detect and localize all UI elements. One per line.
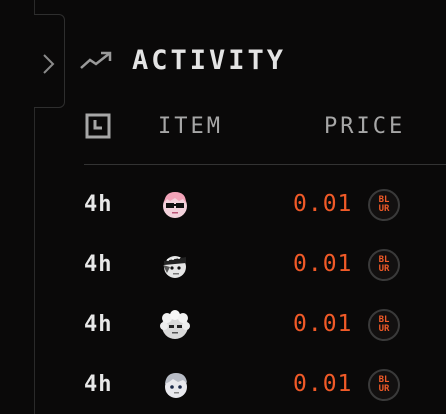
- clock-icon[interactable]: [85, 113, 111, 139]
- column-header-item[interactable]: ITEM: [158, 112, 223, 142]
- blur-token-icon: BLUR: [368, 309, 400, 341]
- table-row[interactable]: 4h 0.01 BLUR: [0, 306, 446, 346]
- table-row[interactable]: 4h 0.01 BLUR: [0, 186, 446, 226]
- token-label: BLUR: [378, 375, 390, 394]
- nft-avatar[interactable]: [159, 309, 191, 341]
- token-label: BLUR: [378, 195, 390, 214]
- price-value: 0.01: [293, 311, 353, 337]
- column-header-price[interactable]: PRICE: [324, 112, 405, 142]
- nft-avatar[interactable]: [159, 369, 191, 401]
- time-ago: 4h: [84, 252, 113, 277]
- token-label: BLUR: [378, 315, 390, 334]
- time-ago: 4h: [84, 312, 113, 337]
- blur-token-icon: BLUR: [368, 189, 400, 221]
- chevron-right-icon: [43, 54, 55, 74]
- blur-token-icon: BLUR: [368, 249, 400, 281]
- nft-avatar[interactable]: [159, 249, 191, 281]
- header-divider: [84, 164, 446, 165]
- expand-sidebar-button[interactable]: [34, 14, 65, 108]
- token-label: BLUR: [378, 255, 390, 274]
- table-row[interactable]: 4h 0.01 BLUR: [0, 366, 446, 406]
- time-ago: 4h: [84, 372, 113, 397]
- price-value: 0.01: [293, 371, 353, 397]
- time-ago: 4h: [84, 192, 113, 217]
- nft-avatar[interactable]: [159, 189, 191, 221]
- price-value: 0.01: [293, 251, 353, 277]
- blur-token-icon: BLUR: [368, 369, 400, 401]
- trending-up-icon: [80, 51, 112, 69]
- panel-header: ACTIVITY: [80, 44, 286, 76]
- page-title: ACTIVITY: [132, 44, 287, 76]
- price-value: 0.01: [293, 191, 353, 217]
- activity-panel: ACTIVITY ITEM PRICE 4h 0.01 BLUR 4h 0.01…: [0, 0, 446, 414]
- table-row[interactable]: 4h 0.01 BLUR: [0, 246, 446, 286]
